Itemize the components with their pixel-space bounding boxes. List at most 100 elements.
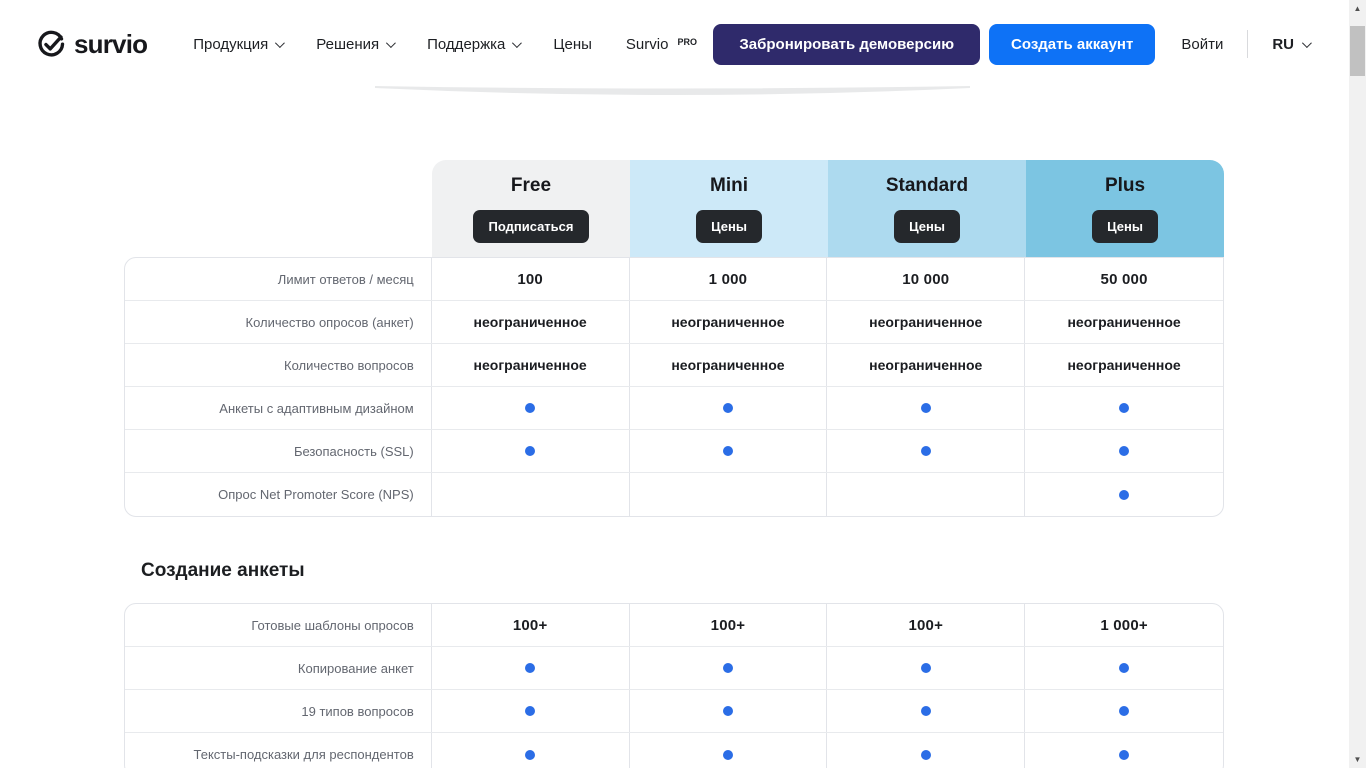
feature-value-cell: неограниченное <box>1025 344 1223 386</box>
survio-logo[interactable]: survio <box>36 29 147 60</box>
feature-value-cell <box>630 690 828 732</box>
feature-value-cell <box>827 690 1025 732</box>
feature-label: Лимит ответов / месяц <box>125 258 432 300</box>
feature-value-cell <box>1025 473 1223 516</box>
menu-item-label: Цены <box>553 36 592 53</box>
feature-value-cell <box>432 387 630 429</box>
menu-item-products[interactable]: Продукция <box>193 36 282 53</box>
table-row: Анкеты с адаптивным дизайном <box>125 387 1223 430</box>
feature-label: Готовые шаблоны опросов <box>125 604 432 646</box>
menu-item-support[interactable]: Поддержка <box>427 36 519 53</box>
feature-value-cell <box>827 733 1025 768</box>
plan-column-free: Free Подписаться <box>432 160 630 257</box>
feature-value-cell <box>630 387 828 429</box>
feature-value-cell: 1 000+ <box>1025 604 1223 646</box>
included-dot-icon <box>921 750 931 760</box>
feature-value-cell <box>1025 647 1223 689</box>
table-row: 19 типов вопросов <box>125 690 1223 733</box>
menu-item-solutions[interactable]: Решения <box>316 36 393 53</box>
plan-prices-button[interactable]: Цены <box>894 210 960 243</box>
plan-column-standard: Standard Цены <box>828 160 1026 257</box>
included-dot-icon <box>525 663 535 673</box>
feature-value-cell: 100+ <box>630 604 828 646</box>
included-dot-icon <box>1119 706 1129 716</box>
section-title: Создание анкеты <box>141 560 305 582</box>
pricing-table: Free Подписаться Mini Цены Standard Цены… <box>124 160 1224 517</box>
feature-table-creation-wrap: Готовые шаблоны опросов100+100+100+1 000… <box>124 603 1224 768</box>
menu-item-pricing[interactable]: Цены <box>553 36 592 53</box>
vertical-scrollbar[interactable]: ▲ ▼ <box>1349 0 1366 768</box>
plan-prices-button[interactable]: Цены <box>1092 210 1158 243</box>
feature-label: Опрос Net Promoter Score (NPS) <box>125 473 432 516</box>
included-dot-icon <box>723 706 733 716</box>
plan-column-plus: Plus Цены <box>1026 160 1224 257</box>
feature-label: Количество опросов (анкет) <box>125 301 432 343</box>
top-navigation: survio Продукция Решения Поддержка Цены … <box>0 0 1349 88</box>
scrollbar-up-arrow-icon[interactable]: ▲ <box>1349 0 1366 17</box>
table-row: Копирование анкет <box>125 647 1223 690</box>
scrollbar-thumb[interactable] <box>1350 26 1365 76</box>
feature-value-cell: 50 000 <box>1025 258 1223 300</box>
feature-value-cell <box>630 473 828 516</box>
table-row: Тексты-подсказки для респондентов <box>125 733 1223 768</box>
feature-value-cell: 1 000 <box>630 258 828 300</box>
menu-item-survio-pro[interactable]: Survio PRO <box>626 36 697 53</box>
nav-actions: Забронировать демоверсию Создать аккаунт… <box>713 24 1309 65</box>
book-demo-button[interactable]: Забронировать демоверсию <box>713 24 980 65</box>
feature-value-cell <box>1025 430 1223 472</box>
survio-logo-icon <box>36 29 66 59</box>
feature-value-cell <box>432 647 630 689</box>
menu-item-label: Survio <box>626 36 669 53</box>
included-dot-icon <box>921 403 931 413</box>
feature-value-cell <box>827 430 1025 472</box>
create-account-button[interactable]: Создать аккаунт <box>989 24 1155 65</box>
table-row: Количество опросов (анкет)неограниченное… <box>125 301 1223 344</box>
included-dot-icon <box>1119 663 1129 673</box>
table-row: Лимит ответов / месяц1001 00010 00050 00… <box>125 258 1223 301</box>
table-row: Готовые шаблоны опросов100+100+100+1 000… <box>125 604 1223 647</box>
login-link[interactable]: Войти <box>1181 36 1223 53</box>
feature-label: Тексты-подсказки для респондентов <box>125 733 432 768</box>
nav-divider <box>1247 30 1248 58</box>
feature-value-cell <box>1025 387 1223 429</box>
feature-value-cell <box>630 733 828 768</box>
included-dot-icon <box>723 663 733 673</box>
chevron-down-icon <box>386 38 396 48</box>
table-row: Опрос Net Promoter Score (NPS) <box>125 473 1223 516</box>
feature-value-cell: неограниченное <box>1025 301 1223 343</box>
plan-name: Mini <box>710 175 748 197</box>
language-selector[interactable]: RU <box>1272 36 1309 53</box>
feature-value-cell <box>1025 733 1223 768</box>
feature-label: Копирование анкет <box>125 647 432 689</box>
feature-label: Анкеты с адаптивным дизайном <box>125 387 432 429</box>
menu-item-label: Поддержка <box>427 36 505 53</box>
feature-value-cell: неограниченное <box>827 301 1025 343</box>
plan-subscribe-button[interactable]: Подписаться <box>473 210 588 243</box>
menu-item-label: Решения <box>316 36 379 53</box>
plan-name: Free <box>511 175 551 197</box>
included-dot-icon <box>1119 750 1129 760</box>
included-dot-icon <box>723 403 733 413</box>
chevron-down-icon <box>275 38 285 48</box>
feature-value-cell <box>432 733 630 768</box>
included-dot-icon <box>525 706 535 716</box>
feature-value-cell: 100+ <box>432 604 630 646</box>
included-dot-icon <box>525 403 535 413</box>
included-dot-icon <box>921 706 931 716</box>
feature-value-cell: неограниченное <box>432 344 630 386</box>
feature-value-cell <box>630 430 828 472</box>
feature-table-general: Лимит ответов / месяц1001 00010 00050 00… <box>124 257 1224 517</box>
included-dot-icon <box>1119 446 1129 456</box>
feature-value-cell <box>1025 690 1223 732</box>
plans-header: Free Подписаться Mini Цены Standard Цены… <box>432 160 1224 257</box>
feature-value-cell: неограниченное <box>432 301 630 343</box>
included-dot-icon <box>921 446 931 456</box>
included-dot-icon <box>723 750 733 760</box>
scrollbar-down-arrow-icon[interactable]: ▼ <box>1349 751 1366 768</box>
feature-value-cell <box>827 647 1025 689</box>
plan-prices-button[interactable]: Цены <box>696 210 762 243</box>
menu-item-label: Продукция <box>193 36 268 53</box>
feature-value-cell <box>432 473 630 516</box>
feature-table-creation: Готовые шаблоны опросов100+100+100+1 000… <box>124 603 1224 768</box>
pro-superscript: PRO <box>677 37 697 47</box>
